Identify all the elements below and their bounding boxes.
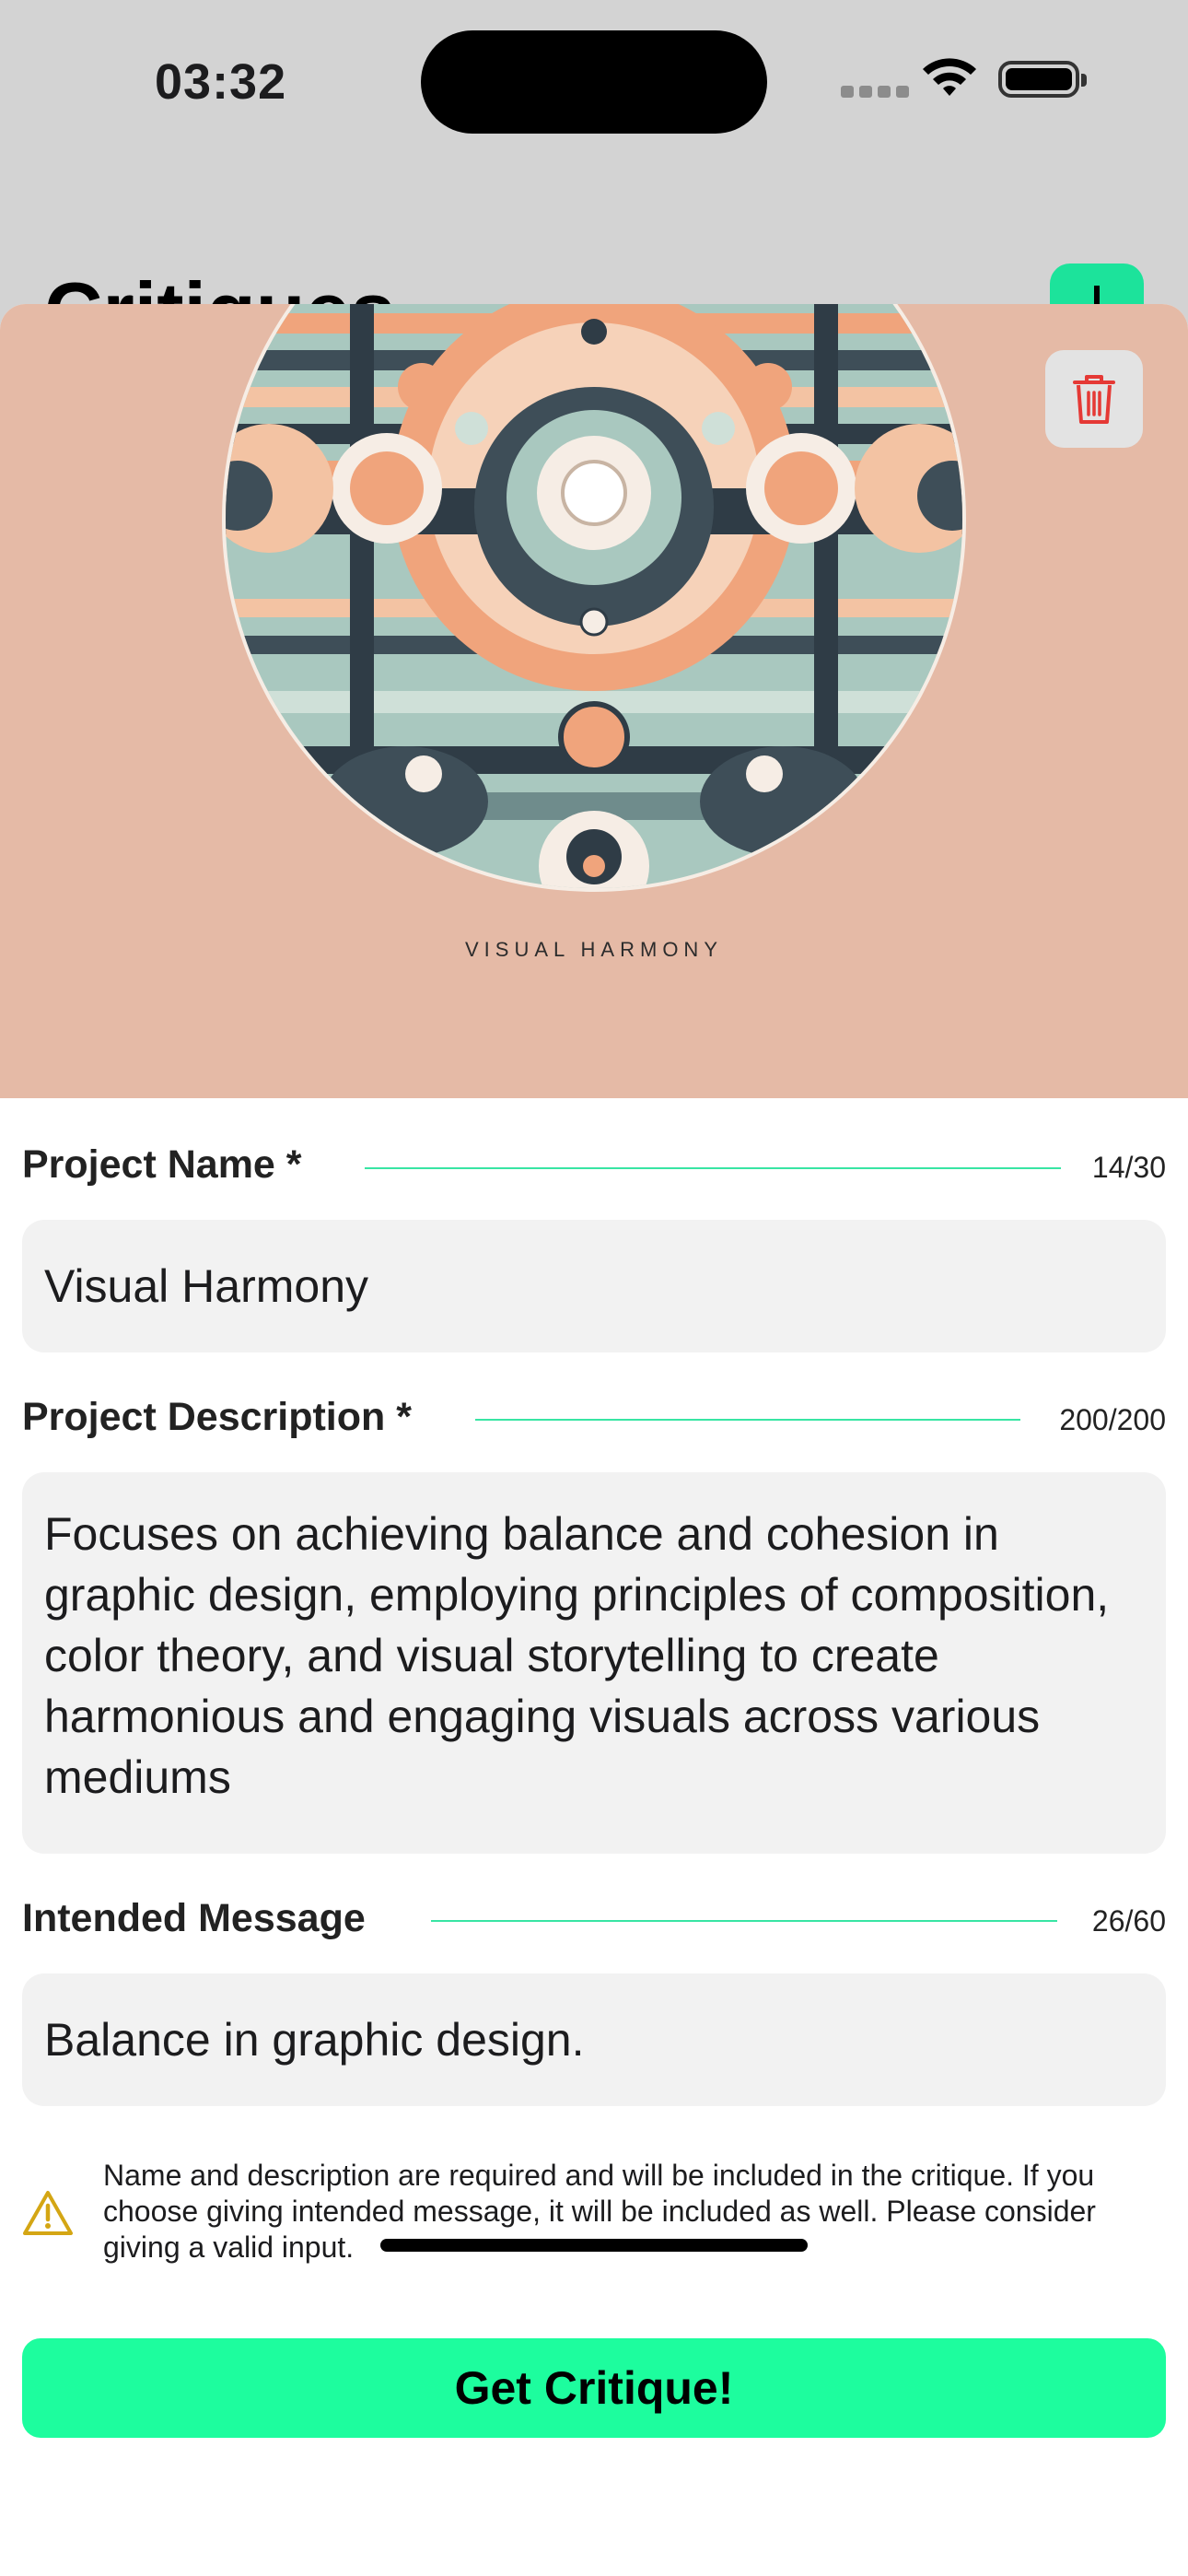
image-caption: VISUAL HARMONY xyxy=(464,938,723,961)
project-description-counter: 200/200 xyxy=(1059,1403,1166,1436)
delete-image-button[interactable] xyxy=(1045,350,1143,448)
home-indicator xyxy=(380,2239,808,2252)
dynamic-island xyxy=(421,30,767,134)
intended-message-field[interactable]: Balance in graphic design. xyxy=(22,1973,1166,2106)
divider-line xyxy=(365,1167,1061,1169)
intended-message-label: Intended Message xyxy=(22,1896,366,1940)
divider-line xyxy=(475,1419,1020,1421)
intended-message-counter: 26/60 xyxy=(1091,1904,1166,1938)
project-description-field[interactable]: Focuses on achieving balance and cohesio… xyxy=(22,1472,1166,1854)
project-image: VISUAL HARMONY xyxy=(0,304,1188,1098)
battery-icon xyxy=(998,61,1087,98)
project-description-label: Project Description * xyxy=(22,1395,412,1439)
critique-form-sheet: VISUAL HARMONY Project Name * 14/30 Visu… xyxy=(0,304,1188,2576)
project-name-field[interactable]: Visual Harmony xyxy=(22,1220,1166,1352)
trash-icon xyxy=(1073,375,1115,424)
project-name-label: Project Name * xyxy=(22,1142,302,1187)
cellular-signal-icon xyxy=(841,86,914,102)
get-critique-button[interactable]: Get Critique! xyxy=(22,2338,1166,2438)
status-time: 03:32 xyxy=(155,54,287,110)
divider-line xyxy=(431,1920,1057,1922)
warning-icon xyxy=(23,2191,73,2235)
page-title: Critiques xyxy=(44,247,395,304)
project-name-counter: 14/30 xyxy=(1091,1151,1166,1184)
wifi-icon xyxy=(921,57,978,102)
